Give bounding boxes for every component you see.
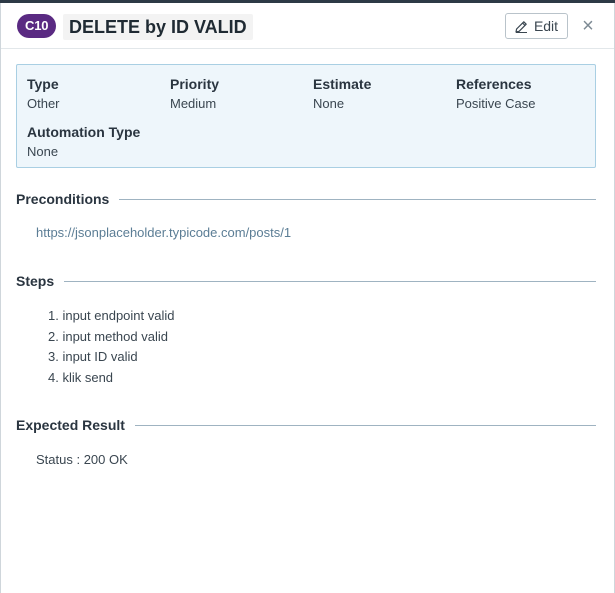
field-label: Type xyxy=(27,76,59,92)
precondition-link[interactable]: https://jsonplaceholder.typicode.com/pos… xyxy=(36,225,291,240)
step-item: 4. klik send xyxy=(48,370,114,386)
section-title: Preconditions xyxy=(16,191,110,207)
field-label: Automation Type xyxy=(27,124,141,140)
expected-result-text: Status : 200 OK xyxy=(36,452,128,467)
field-automation-type: Automation Type None xyxy=(27,123,140,160)
case-title: DELETE by ID VALID xyxy=(63,14,253,40)
case-fields-panel: Type Other Priority Medium Estimate None… xyxy=(16,64,596,168)
section-divider xyxy=(134,424,596,426)
step-item: 1. input endpoint valid xyxy=(48,308,175,323)
section-title: Steps xyxy=(16,273,55,289)
field-label: Estimate xyxy=(313,76,372,92)
preconditions-header: Preconditions xyxy=(16,189,596,209)
pencil-icon xyxy=(515,20,527,33)
step-item: 3. input ID valid xyxy=(48,349,138,365)
field-label: Priority xyxy=(170,76,220,92)
steps-header: Steps xyxy=(16,271,596,291)
field-estimate: Estimate None xyxy=(313,75,371,112)
steps-list: 1. input endpoint valid 2. input method … xyxy=(48,306,174,389)
case-id-badge: C10 xyxy=(17,14,57,38)
field-references: References Positive Case xyxy=(456,75,535,112)
field-value: Positive Case xyxy=(456,96,536,111)
close-icon[interactable]: × xyxy=(580,15,596,37)
section-divider xyxy=(64,280,596,282)
field-label: References xyxy=(456,76,532,92)
header-divider xyxy=(1,48,614,49)
edit-button-label: Edit xyxy=(533,18,559,34)
case-header: C10 DELETE by ID VALID Edit × xyxy=(0,3,615,48)
field-priority: Priority Medium xyxy=(170,75,219,112)
edit-button[interactable]: Edit xyxy=(505,13,568,39)
field-value: None xyxy=(313,96,345,111)
field-value: Other xyxy=(27,96,60,111)
field-value: None xyxy=(27,144,59,159)
section-divider xyxy=(119,198,596,200)
step-item: 2. input method valid xyxy=(48,328,168,344)
field-value: Medium xyxy=(170,96,217,111)
panel-border-left xyxy=(0,3,1,593)
expected-result-header: Expected Result xyxy=(16,415,596,435)
section-title: Expected Result xyxy=(16,417,125,433)
field-type: Type Other xyxy=(27,75,60,112)
